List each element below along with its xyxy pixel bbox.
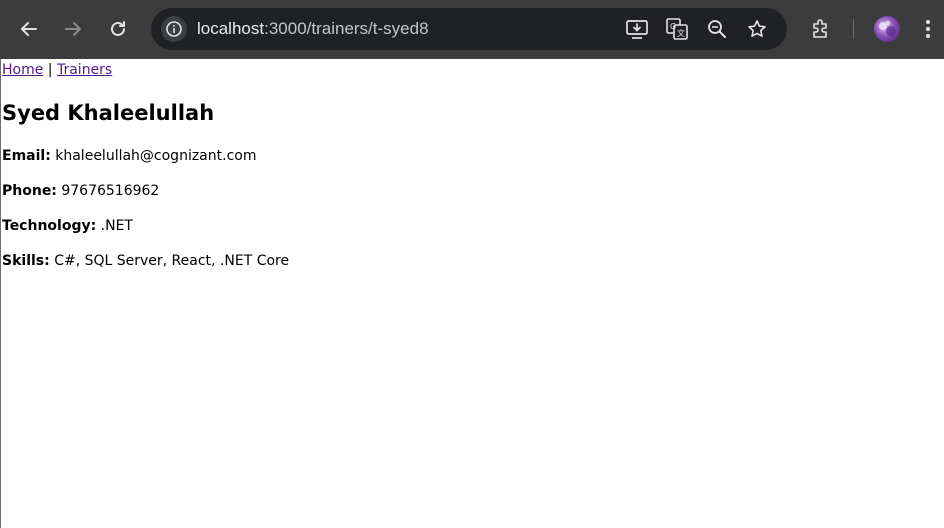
svg-text:G: G — [670, 22, 676, 31]
zoom-icon[interactable] — [705, 17, 729, 41]
phone-row: Phone: 97676516962 — [2, 183, 159, 200]
bookmark-star-icon[interactable] — [745, 17, 769, 41]
email-label: Email: — [2, 148, 51, 164]
more-menu-icon[interactable] — [918, 14, 938, 44]
trainer-name: Syed Khaleelullah — [2, 101, 215, 125]
url-path: :3000/trainers/t-syed8 — [264, 19, 429, 38]
skills-value: C#, SQL Server, React, .NET Core — [54, 253, 290, 269]
profile-avatar[interactable] — [874, 16, 900, 42]
reload-icon[interactable] — [103, 14, 133, 44]
install-app-icon[interactable] — [625, 17, 649, 41]
email-row: Email: khaleelullah@cognizant.com — [2, 148, 256, 165]
nav-separator: | — [43, 62, 57, 78]
skills-label: Skills: — [2, 253, 50, 269]
url-text[interactable]: localhost:3000/trainers/t-syed8 — [197, 8, 429, 50]
home-link[interactable]: Home — [2, 62, 43, 78]
back-arrow-icon[interactable] — [14, 14, 44, 44]
technology-label: Technology: — [2, 218, 97, 234]
svg-text:文: 文 — [677, 28, 685, 38]
url-host: localhost — [197, 19, 265, 38]
email-value: khaleelullah@cognizant.com — [55, 148, 257, 164]
phone-value: 97676516962 — [61, 183, 160, 199]
page-content: Home | Trainers Syed Khaleelullah Email:… — [0, 59, 944, 528]
technology-row: Technology: .NET — [2, 218, 133, 235]
address-bar[interactable]: localhost:3000/trainers/t-syed8 G文 — [151, 8, 787, 50]
nav-links: Home | Trainers — [2, 62, 112, 78]
skills-row: Skills: C#, SQL Server, React, .NET Core — [2, 253, 289, 270]
phone-label: Phone: — [2, 183, 57, 199]
browser-toolbar: localhost:3000/trainers/t-syed8 G文 — [0, 0, 944, 59]
extensions-icon[interactable] — [806, 14, 836, 44]
trainers-link[interactable]: Trainers — [57, 62, 112, 78]
technology-value: .NET — [100, 218, 133, 234]
toolbar-divider — [853, 19, 854, 39]
forward-arrow-icon[interactable] — [58, 14, 88, 44]
site-info-icon[interactable] — [161, 16, 187, 42]
translate-icon[interactable]: G文 — [665, 17, 689, 41]
